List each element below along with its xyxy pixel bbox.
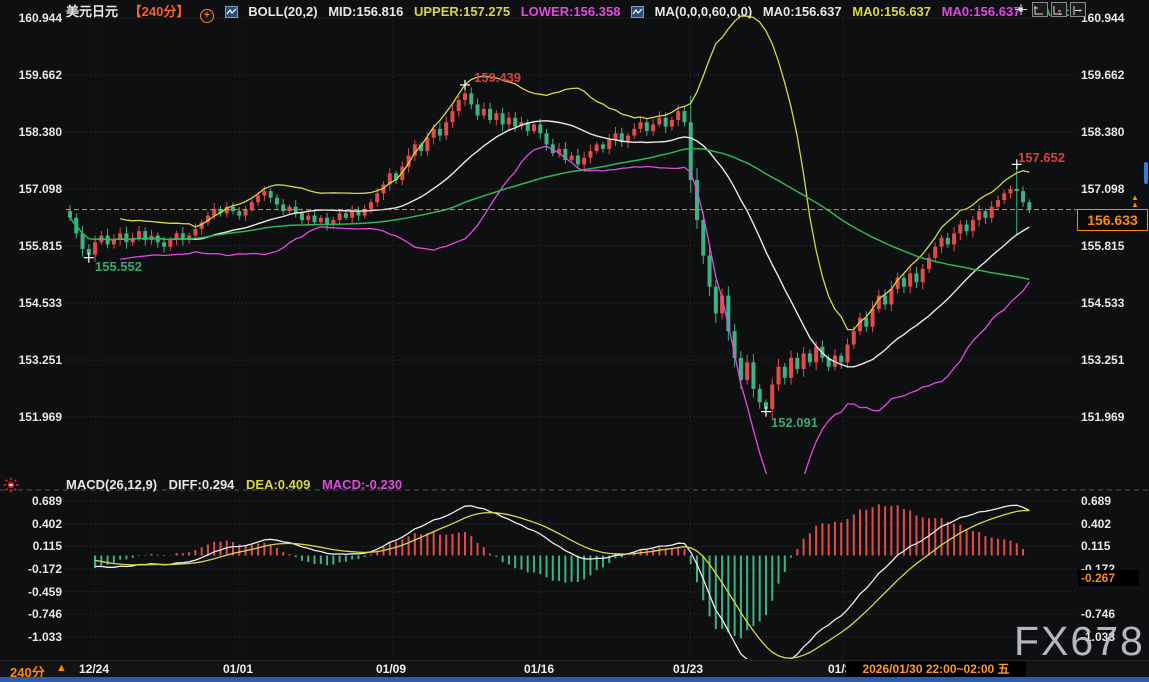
time-tick: 01/09 xyxy=(376,662,406,676)
pan-right-icon[interactable] xyxy=(1070,2,1086,17)
boll-mid-value: MID:156.816 xyxy=(328,4,403,19)
low-annotation: 155.552 xyxy=(95,259,142,274)
ma-label: MA(0,0,0,60,0,0) xyxy=(655,4,753,19)
ma0-magenta-value: MA0:156.637 xyxy=(942,4,1021,19)
bottom-scrollbar[interactable] xyxy=(0,677,1149,682)
macd-tick: 0.115 xyxy=(2,539,62,553)
macd-title: MACD(26,12,9) xyxy=(66,477,157,492)
price-tick: 157.098 xyxy=(2,182,62,196)
macd-diff-value: DIFF:0.294 xyxy=(169,477,235,492)
price-tick: 157.098 xyxy=(1081,182,1124,196)
macd-tick: 0.402 xyxy=(1081,517,1111,531)
price-marker-arrows: ▲▲ xyxy=(1128,194,1142,208)
right-edge-handle[interactable] xyxy=(1144,162,1148,184)
price-tick: 155.815 xyxy=(1081,239,1124,253)
add-indicator-icon[interactable]: + xyxy=(200,9,214,23)
symbol-title: 美元日元 xyxy=(66,4,118,19)
chart-header: 美元日元 【240分】 + BOLL(20,2) MID:156.816 UPP… xyxy=(66,1,1077,23)
price-tick: 153.251 xyxy=(1081,353,1124,367)
macd-dea-value: DEA:0.409 xyxy=(246,477,310,492)
macd-tick: -0.172 xyxy=(2,562,62,576)
crosshair-icon[interactable] xyxy=(1013,2,1029,17)
price-tick: 154.533 xyxy=(1081,296,1124,310)
scale-right-icon[interactable] xyxy=(1051,2,1067,17)
boll-lower-value: LOWER:156.358 xyxy=(521,4,621,19)
macd-tick: -1.033 xyxy=(2,630,62,644)
macd-tick: 0.689 xyxy=(1081,494,1111,508)
chart-window: 160.944 159.662 158.380 157.098 155.815 … xyxy=(0,0,1149,682)
ma0-yellow-value: MA0:156.637 xyxy=(852,4,931,19)
scale-left-icon[interactable] xyxy=(1032,2,1048,17)
macd-tick: -0.459 xyxy=(2,585,62,599)
price-tick: 151.969 xyxy=(1081,410,1124,424)
watermark: FX678 xyxy=(1014,618,1145,665)
chart-canvas[interactable] xyxy=(0,0,1149,682)
price-tick: 153.251 xyxy=(2,353,62,367)
macd-tick: 0.689 xyxy=(2,494,62,508)
macd-value: MACD:-0.230 xyxy=(322,477,402,492)
low-annotation: 152.091 xyxy=(771,415,818,430)
price-tick: 158.380 xyxy=(1081,125,1124,139)
boll-mini-chart-icon[interactable] xyxy=(225,6,238,18)
time-tick: 01/16 xyxy=(524,662,554,676)
price-tick: 158.380 xyxy=(2,125,62,139)
macd-tick: 0.402 xyxy=(2,517,62,531)
price-tick: 155.815 xyxy=(2,239,62,253)
ma0-white-value: MA0:156.637 xyxy=(763,4,842,19)
last-price-box: 156.633 xyxy=(1077,209,1148,231)
time-tick: 01/01 xyxy=(223,662,253,676)
price-tick: 159.662 xyxy=(1081,68,1124,82)
price-tick: 154.533 xyxy=(2,296,62,310)
boll-upper-value: UPPER:157.275 xyxy=(414,4,510,19)
ma-mini-chart-icon[interactable] xyxy=(631,6,644,18)
price-tick: 151.969 xyxy=(2,410,62,424)
boll-label: BOLL(20,2) xyxy=(248,4,317,19)
macd-tick: 0.115 xyxy=(1081,539,1110,553)
high-annotation: 159.439 xyxy=(474,70,521,85)
macd-highlight-value: -0.267 xyxy=(1078,570,1139,586)
timeframe-arrow-icon[interactable]: ▲ xyxy=(56,662,67,674)
price-tick: 159.662 xyxy=(2,68,62,82)
alarm-icon[interactable] xyxy=(3,477,19,493)
timeframe-badge[interactable]: 【240分】 xyxy=(129,4,190,19)
price-tick: 160.944 xyxy=(2,11,62,25)
chart-toolbar xyxy=(1013,2,1086,17)
time-tick: 01/23 xyxy=(673,662,703,676)
time-tick: 12/24 xyxy=(79,662,109,676)
macd-header: MACD(26,12,9) DIFF:0.294 DEA:0.409 MACD:… xyxy=(66,477,410,492)
price-tick: 160.944 xyxy=(1081,11,1124,25)
high-annotation: 157.652 xyxy=(1018,150,1065,165)
macd-tick: -0.746 xyxy=(2,607,62,621)
time-highlight: 2026/01/30 22:00~02:00 五 xyxy=(846,661,1026,677)
